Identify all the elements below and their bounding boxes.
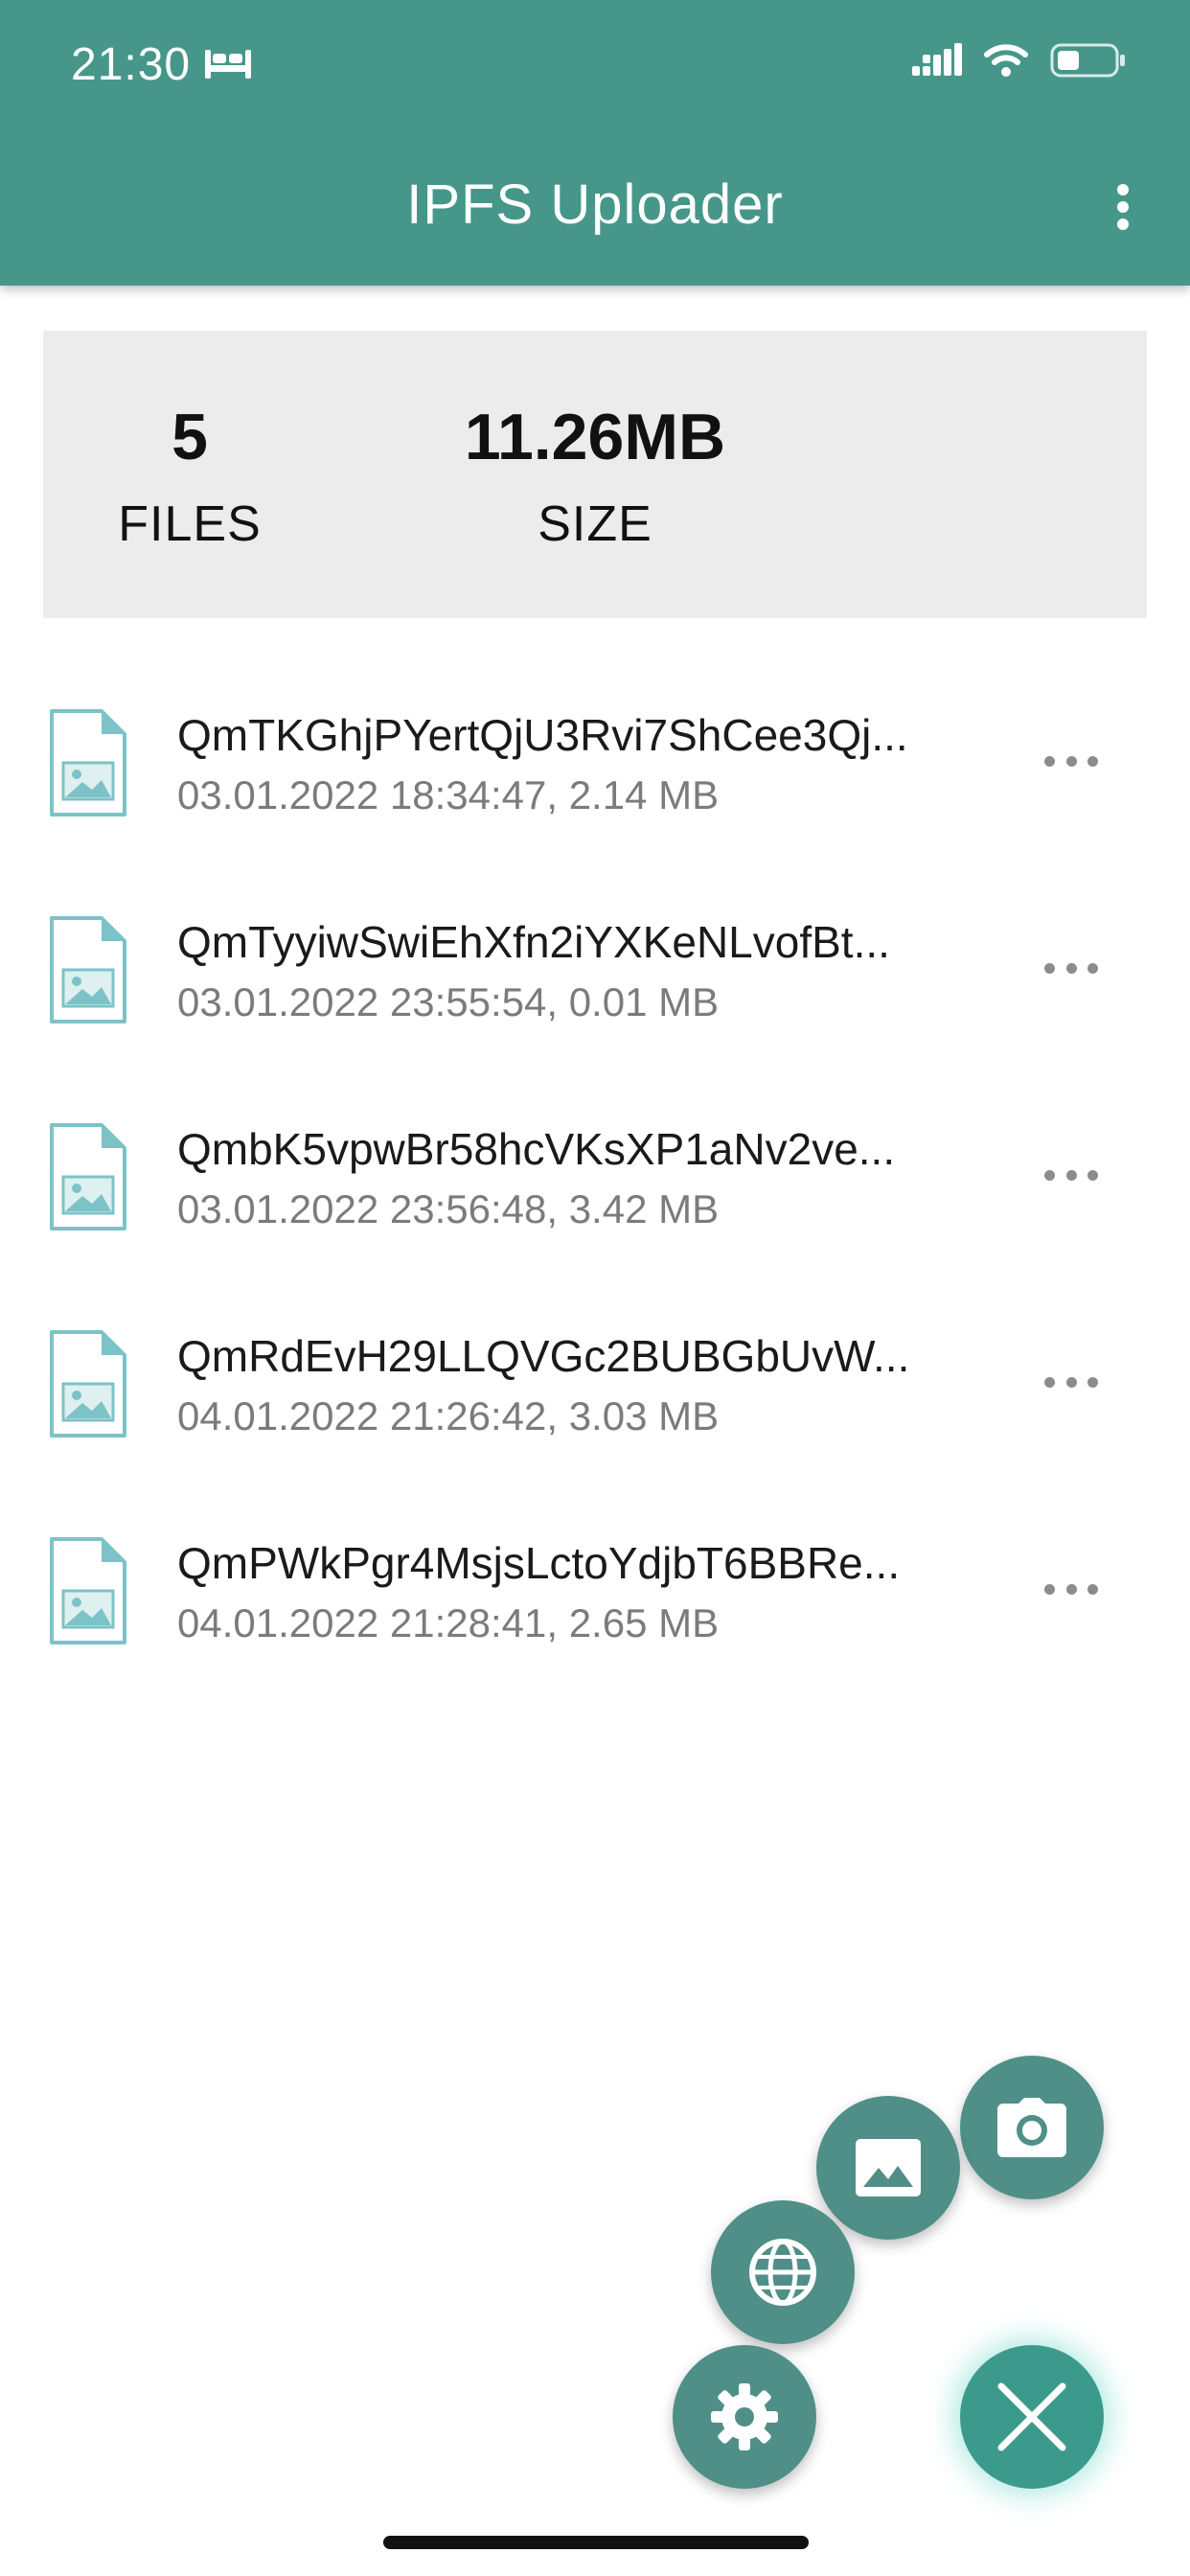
globe-icon [749, 2239, 816, 2306]
close-icon [997, 2382, 1066, 2451]
image-file-icon [50, 1537, 126, 1644]
file-list-item[interactable]: QmPWkPgr4MsjsLctoYdjbT6BBRe... 04.01.202… [0, 1518, 1190, 1725]
image-file-icon [50, 709, 126, 816]
image-file-icon [50, 1123, 126, 1230]
camera-icon [997, 2098, 1066, 2157]
more-horiz-icon[interactable] [1044, 751, 1098, 770]
file-name: QmbK5vpwBr58hcVKsXP1aNv2ve... [177, 1124, 896, 1174]
file-list-item[interactable]: QmTyyiwSwiEhXfn2iYXKeNLvofBt... 03.01.20… [0, 897, 1190, 1104]
size-value: 11.26MB [464, 401, 726, 473]
app-header: 21:30 IPFS Uploader [0, 0, 1190, 286]
file-meta: 04.01.2022 21:28:41, 2.65 MB [177, 1600, 720, 1645]
home-indicator[interactable] [383, 2536, 809, 2549]
settings-icon [711, 2383, 778, 2450]
size-stat: 11.26MB SIZE [319, 331, 871, 618]
camera-button[interactable] [960, 2056, 1104, 2199]
more-horiz-icon[interactable] [1044, 1165, 1098, 1184]
more-horiz-icon[interactable] [1044, 1579, 1098, 1598]
battery-icon [1050, 43, 1125, 78]
file-name: QmTKGhjPYertQjU3Rvi7ShCee3Qj... [177, 710, 908, 760]
web-button[interactable] [711, 2200, 855, 2344]
close-menu-button[interactable] [960, 2345, 1104, 2489]
status-icons [912, 42, 1127, 79]
page-title: IPFS Uploader [406, 173, 784, 236]
image-button[interactable] [816, 2096, 960, 2240]
file-list-item[interactable]: QmRdEvH29LLQVGc2BUBGbUvW... 04.01.2022 2… [0, 1311, 1190, 1518]
more-vert-icon[interactable] [1104, 180, 1142, 234]
file-meta: 03.01.2022 18:34:47, 2.14 MB [177, 772, 720, 817]
size-label: SIZE [538, 496, 652, 552]
file-name: QmTyyiwSwiEhXfn2iYXKeNLvofBt... [177, 917, 890, 967]
status-time: 21:30 [71, 39, 192, 90]
stats-panel: 5 FILES 11.26MB SIZE [43, 331, 1147, 618]
file-meta: 03.01.2022 23:56:48, 3.42 MB [177, 1186, 720, 1231]
file-list: QmTKGhjPYertQjU3Rvi7ShCee3Qj... 03.01.20… [0, 690, 1190, 1725]
image-file-icon [50, 916, 126, 1024]
file-name: QmRdEvH29LLQVGc2BUBGbUvW... [177, 1331, 910, 1381]
wifi-icon [984, 44, 1028, 77]
more-horiz-icon[interactable] [1044, 1372, 1098, 1392]
image-icon [856, 2139, 921, 2196]
signal-icon [912, 43, 962, 76]
file-list-item[interactable]: QmbK5vpwBr58hcVKsXP1aNv2ve... 03.01.2022… [0, 1104, 1190, 1311]
settings-button[interactable] [673, 2345, 816, 2489]
bed-icon [205, 50, 251, 79]
image-file-icon [50, 1330, 126, 1438]
file-name: QmPWkPgr4MsjsLctoYdjbT6BBRe... [177, 1538, 901, 1588]
file-meta: 03.01.2022 23:55:54, 0.01 MB [177, 979, 720, 1024]
more-horiz-icon[interactable] [1044, 958, 1098, 978]
file-meta: 04.01.2022 21:26:42, 3.03 MB [177, 1393, 720, 1438]
file-list-item[interactable]: QmTKGhjPYertQjU3Rvi7ShCee3Qj... 03.01.20… [0, 690, 1190, 897]
